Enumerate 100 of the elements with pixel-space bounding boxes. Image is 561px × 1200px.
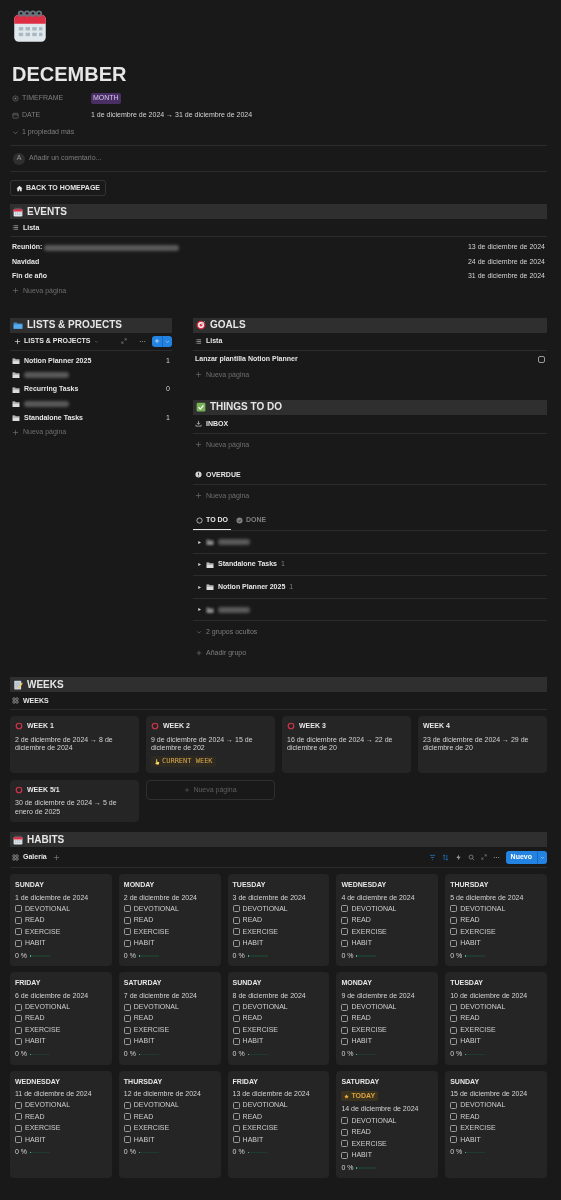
plus-icon — [12, 287, 19, 295]
checkbox[interactable] — [450, 1038, 458, 1046]
status-ring-icon — [151, 722, 159, 731]
exclamation-icon — [195, 471, 202, 479]
checkbox[interactable] — [341, 928, 349, 936]
checkbox[interactable] — [123, 1113, 131, 1121]
checkbox[interactable] — [232, 1136, 240, 1144]
calendar-icon — [12, 8, 48, 44]
checkbox[interactable] — [232, 905, 240, 913]
checkbox[interactable] — [123, 1038, 131, 1046]
checkbox[interactable] — [450, 1003, 458, 1011]
checkbox[interactable] — [232, 940, 240, 947]
checkbox[interactable] — [123, 1124, 131, 1132]
sort-icon[interactable] — [441, 853, 449, 861]
plus-icon — [195, 492, 202, 500]
checkbox[interactable] — [123, 1136, 131, 1144]
checkbox[interactable] — [450, 928, 458, 936]
checkbox[interactable] — [232, 1101, 240, 1109]
checkbox[interactable] — [15, 1136, 22, 1144]
checkbox[interactable] — [15, 1038, 22, 1046]
add-view-icon[interactable] — [52, 853, 60, 861]
checkbox[interactable] — [538, 355, 545, 363]
checkbox[interactable] — [15, 905, 22, 913]
checkbox[interactable] — [123, 917, 131, 924]
circle-icon — [196, 516, 203, 524]
checkbox[interactable] — [15, 1101, 22, 1109]
checkbox[interactable] — [15, 1113, 22, 1121]
checkbox[interactable] — [15, 1124, 22, 1132]
triangle-right-icon — [197, 539, 202, 545]
search-icon[interactable] — [467, 853, 475, 861]
checkbox[interactable] — [341, 1117, 349, 1125]
checkbox[interactable] — [232, 1026, 240, 1034]
checkbox[interactable] — [15, 1026, 22, 1034]
checkbox[interactable] — [123, 928, 131, 936]
plus-icon — [154, 338, 160, 345]
checkbox[interactable] — [450, 1136, 458, 1144]
checkbox[interactable] — [123, 940, 131, 947]
folder-icon — [12, 371, 20, 380]
checkbox[interactable] — [123, 1003, 131, 1011]
checkbox[interactable] — [15, 928, 22, 936]
checkbox[interactable] — [341, 1026, 349, 1034]
checkbox[interactable] — [232, 1038, 240, 1046]
folder-icon — [206, 583, 214, 592]
folder-icon — [13, 320, 23, 331]
checkbox[interactable] — [15, 1015, 22, 1023]
checkbox[interactable] — [341, 1140, 349, 1148]
section-title: LISTS & PROJECTS — [27, 319, 122, 332]
list-icon — [12, 224, 19, 232]
checkbox[interactable] — [232, 1003, 240, 1011]
checkbox[interactable] — [341, 1128, 349, 1136]
home-icon — [16, 184, 23, 192]
checkbox[interactable] — [450, 1015, 458, 1023]
plus-icon — [14, 337, 21, 345]
checkbox[interactable] — [232, 917, 240, 924]
chevron-down-icon — [165, 338, 170, 344]
checkbox[interactable] — [232, 928, 240, 936]
checkbox[interactable] — [341, 1038, 349, 1046]
checkbox[interactable] — [123, 1015, 131, 1023]
checkbox[interactable] — [15, 1003, 22, 1011]
checkbox[interactable] — [450, 1113, 458, 1121]
gallery-icon — [12, 853, 19, 861]
checkbox[interactable] — [450, 940, 458, 947]
checkbox[interactable] — [123, 1026, 131, 1034]
plus-icon — [196, 649, 202, 656]
expand-icon[interactable] — [480, 854, 487, 861]
checkbox[interactable] — [450, 905, 458, 913]
checkbox[interactable] — [341, 1151, 349, 1159]
lightning-icon[interactable] — [454, 853, 462, 861]
list-icon — [195, 337, 202, 345]
checkbox[interactable] — [232, 1113, 240, 1121]
checkbox[interactable] — [15, 940, 22, 947]
expand-icon[interactable] — [121, 338, 127, 345]
checkbox[interactable] — [341, 1003, 349, 1011]
triangle-right-icon — [197, 562, 202, 568]
checkbox[interactable] — [123, 1101, 131, 1109]
status-ring-icon — [15, 722, 23, 731]
triangle-right-icon — [197, 584, 202, 590]
section-title: THINGS TO DO — [210, 401, 283, 414]
checkbox[interactable] — [341, 940, 349, 947]
page-title: DECEMBER — [12, 62, 128, 86]
checkbox[interactable] — [232, 1015, 240, 1023]
checkbox[interactable] — [341, 917, 349, 924]
checkbox[interactable] — [450, 1101, 458, 1109]
checkbox[interactable] — [450, 1124, 458, 1132]
blurred-text — [218, 539, 250, 546]
checkbox[interactable] — [341, 1015, 349, 1023]
triangle-right-icon — [197, 607, 202, 613]
checkbox[interactable] — [232, 1124, 240, 1132]
new-button[interactable] — [152, 335, 172, 347]
calendar-icon — [13, 834, 23, 845]
calendar-icon — [12, 112, 19, 119]
pointing-hand-icon — [154, 758, 160, 765]
circle-icon — [12, 95, 19, 102]
checkbox[interactable] — [15, 917, 22, 924]
checkbox[interactable] — [450, 917, 458, 924]
download-icon — [195, 420, 202, 428]
checkbox[interactable] — [123, 905, 131, 913]
filter-icon[interactable] — [428, 853, 436, 861]
checkbox[interactable] — [450, 1026, 458, 1034]
checkbox[interactable] — [341, 905, 349, 913]
